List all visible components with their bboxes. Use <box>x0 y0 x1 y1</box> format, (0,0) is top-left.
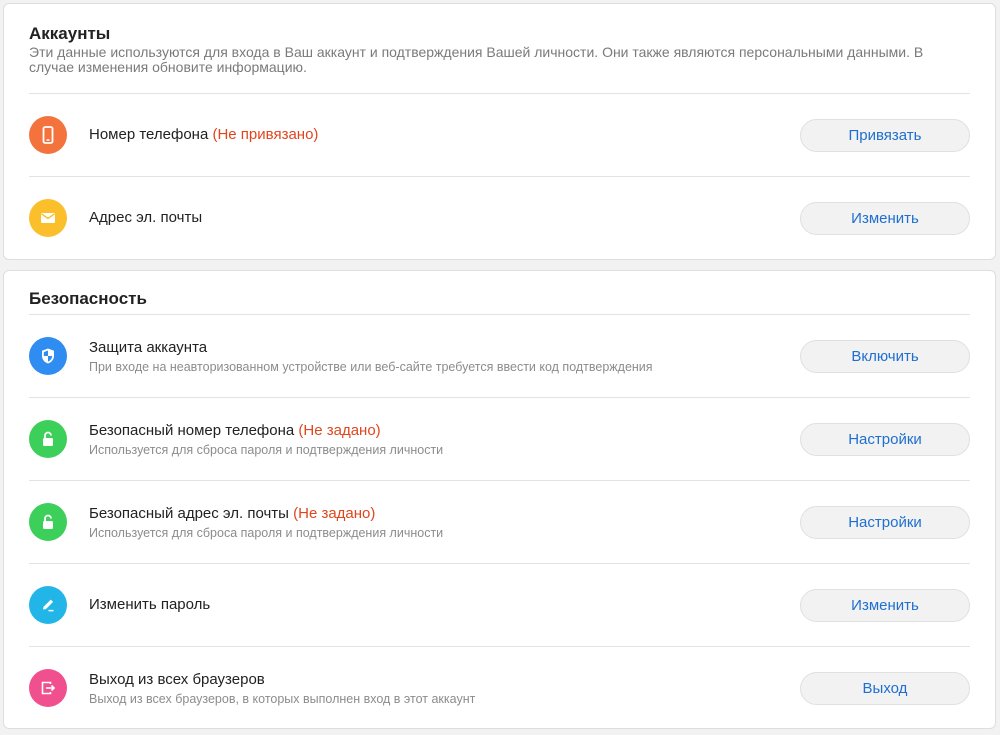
secure-phone-settings-button[interactable]: Настройки <box>800 423 970 456</box>
phone-icon <box>29 116 67 154</box>
lock-icon <box>29 420 67 458</box>
logout-button[interactable]: Выход <box>800 672 970 705</box>
protection-sub: При входе на неавторизованном устройстве… <box>89 360 653 374</box>
pencil-icon <box>29 586 67 624</box>
change-password-label: Изменить пароль <box>89 596 211 613</box>
secure-email-settings-button[interactable]: Настройки <box>800 506 970 539</box>
secure-phone-sub: Используется для сброса пароля и подтвер… <box>89 443 444 457</box>
security-row-password: Изменить пароль Изменить <box>4 564 995 646</box>
logout-icon <box>29 669 67 707</box>
security-row-phone: Безопасный номер телефона (Не задано) Ис… <box>4 398 995 480</box>
change-password-button[interactable]: Изменить <box>800 589 970 622</box>
accounts-description: Эти данные используются для входа в Ваш … <box>29 44 924 75</box>
accounts-title: Аккаунты <box>29 24 111 43</box>
shield-icon <box>29 337 67 375</box>
protection-label: Защита аккаунта <box>89 339 208 356</box>
security-title: Безопасность <box>29 289 147 308</box>
security-row-protection: Защита аккаунта При входе на неавторизов… <box>4 315 995 397</box>
phone-label: Номер телефона (Не привязано) <box>89 126 319 143</box>
secure-email-sub: Используется для сброса пароля и подтвер… <box>89 526 444 540</box>
logout-label: Выход из всех браузеров <box>89 671 265 688</box>
security-row-logout: Выход из всех браузеров Выход из всех бр… <box>4 647 995 729</box>
secure-phone-status: (Не задано) <box>298 422 381 439</box>
enable-protection-button[interactable]: Включить <box>800 340 970 373</box>
phone-status: (Не привязано) <box>212 126 319 143</box>
mail-icon <box>29 199 67 237</box>
change-email-button[interactable]: Изменить <box>800 202 970 235</box>
logout-sub: Выход из всех браузеров, в которых выпол… <box>89 692 476 706</box>
lock-icon <box>29 503 67 541</box>
secure-email-label: Безопасный адрес эл. почты (Не задано) <box>89 505 376 522</box>
security-row-email: Безопасный адрес эл. почты (Не задано) И… <box>4 481 995 563</box>
secure-phone-label: Безопасный номер телефона (Не задано) <box>89 422 381 439</box>
account-row-email: Адрес эл. почты Изменить <box>4 177 995 259</box>
security-card: Безопасность Защита аккаунта При входе н… <box>3 270 996 729</box>
email-label: Адрес эл. почты <box>89 209 203 226</box>
bind-phone-button[interactable]: Привязать <box>800 119 970 152</box>
secure-email-status: (Не задано) <box>293 505 376 522</box>
accounts-card: Аккаунты Эти данные используются для вхо… <box>3 3 996 260</box>
account-row-phone: Номер телефона (Не привязано) Привязать <box>4 94 995 176</box>
